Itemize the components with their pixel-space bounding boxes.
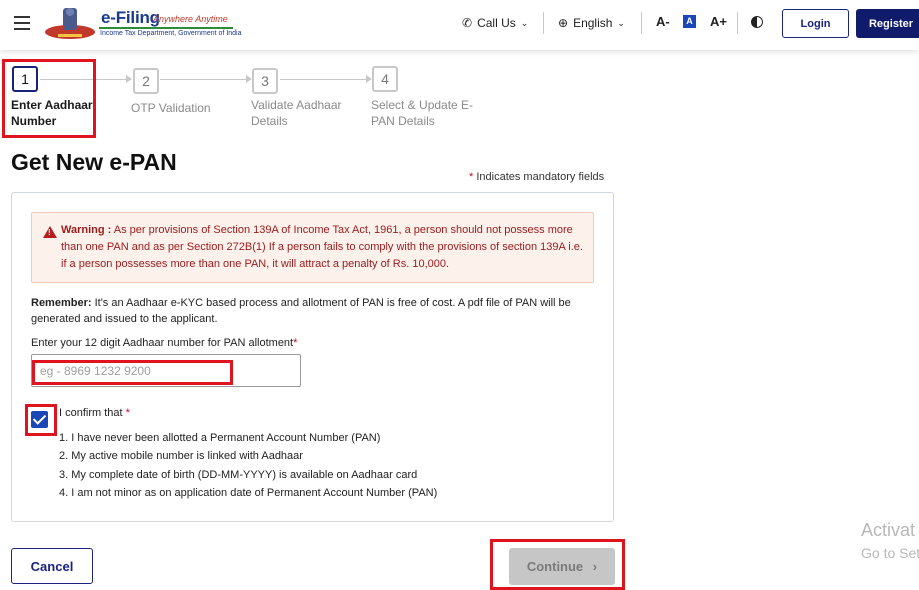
- aadhaar-label-text: Enter your 12 digit Aadhaar number for P…: [31, 337, 294, 349]
- logo-tagline: Anywhere Anytime: [153, 14, 228, 24]
- register-button[interactable]: Register: [856, 9, 919, 38]
- call-us-dropdown[interactable]: ✆ Call Us ⌄: [462, 16, 528, 30]
- highlight-box-checkbox: [25, 404, 57, 436]
- cancel-button[interactable]: Cancel: [11, 548, 93, 584]
- activate-windows-watermark: Activat Go to Set: [861, 519, 919, 565]
- call-us-label: Call Us: [477, 16, 516, 30]
- watermark-line-2: Go to Set: [861, 545, 919, 561]
- step-connector: [160, 79, 248, 80]
- mandatory-note-text: Indicates mandatory fields: [476, 171, 605, 183]
- font-increase-button[interactable]: A+: [710, 14, 727, 29]
- logo-subtitle: Income Tax Department, Government of Ind…: [100, 30, 242, 37]
- warning-body: As per provisions of Section 139A of Inc…: [61, 224, 583, 270]
- warning-triangle-icon: [43, 226, 57, 238]
- step-4-label: Select & Update E-PAN Details: [371, 98, 474, 128]
- step-arrow-icon: [126, 75, 132, 83]
- logo-underline: [99, 27, 233, 29]
- warning-text: Warning : As per provisions of Section 1…: [61, 222, 587, 273]
- chevron-down-icon: ⌄: [617, 17, 625, 28]
- aadhaar-field-label: Enter your 12 digit Aadhaar number for P…: [31, 337, 297, 349]
- step-3-number: 3: [252, 68, 278, 94]
- login-button[interactable]: Login: [782, 9, 849, 38]
- step-2-label: OTP Validation: [131, 101, 211, 115]
- font-decrease-button[interactable]: A-: [656, 14, 670, 29]
- warning-heading: Warning :: [61, 224, 112, 236]
- phone-icon: ✆: [462, 16, 473, 30]
- language-dropdown[interactable]: ⊕ English ⌄: [558, 16, 625, 30]
- page-title: Get New e-PAN: [11, 149, 177, 175]
- highlight-box-aadhaar-input: [32, 360, 233, 385]
- govt-emblem-logo: [45, 8, 95, 39]
- list-item: 3. My complete date of birth (DD-MM-YYYY…: [59, 468, 418, 481]
- warning-banner: Warning : As per provisions of Section 1…: [31, 212, 594, 283]
- confirm-label-text: I confirm that: [59, 407, 123, 419]
- list-item: 1. I have never been allotted a Permanen…: [59, 432, 381, 444]
- step-3-label: Validate Aadhaar Details: [251, 98, 342, 128]
- contrast-toggle-icon[interactable]: [751, 16, 763, 28]
- watermark-line-1: Activat: [861, 520, 916, 540]
- list-item: 4. I am not minor as on application date…: [59, 486, 438, 499]
- header-divider: [543, 12, 544, 34]
- font-normal-button[interactable]: A: [683, 15, 696, 28]
- header-divider: [641, 12, 642, 34]
- list-item: 2. My active mobile number is linked wit…: [59, 450, 303, 463]
- logo-title[interactable]: e-Filing: [101, 8, 160, 28]
- confirm-label: I confirm that *: [59, 407, 130, 419]
- step-4-number: 4: [372, 66, 398, 92]
- highlight-box-step-1: [2, 59, 96, 138]
- remember-heading: Remember:: [31, 297, 92, 309]
- confirm-conditions-list: 1. I have never been allotted a Permanen…: [59, 430, 437, 503]
- mandatory-note: * Indicates mandatory fields: [469, 171, 604, 183]
- top-header: e-Filing Anywhere Anytime Income Tax Dep…: [0, 0, 919, 50]
- language-label: English: [573, 16, 613, 30]
- step-2-number: 2: [133, 68, 159, 94]
- header-divider: [737, 12, 738, 34]
- remember-note: Remember: It's an Aadhaar e-KYC based pr…: [31, 295, 601, 327]
- step-connector: [280, 79, 368, 80]
- required-star: *: [469, 171, 474, 183]
- highlight-box-continue: [490, 539, 625, 590]
- globe-icon: ⊕: [558, 16, 569, 30]
- hamburger-menu-icon[interactable]: [14, 16, 30, 30]
- chevron-down-icon: ⌄: [520, 17, 529, 28]
- required-star: *: [125, 407, 130, 419]
- required-star: *: [293, 337, 298, 349]
- remember-body: It's an Aadhaar e-KYC based process and …: [31, 297, 571, 325]
